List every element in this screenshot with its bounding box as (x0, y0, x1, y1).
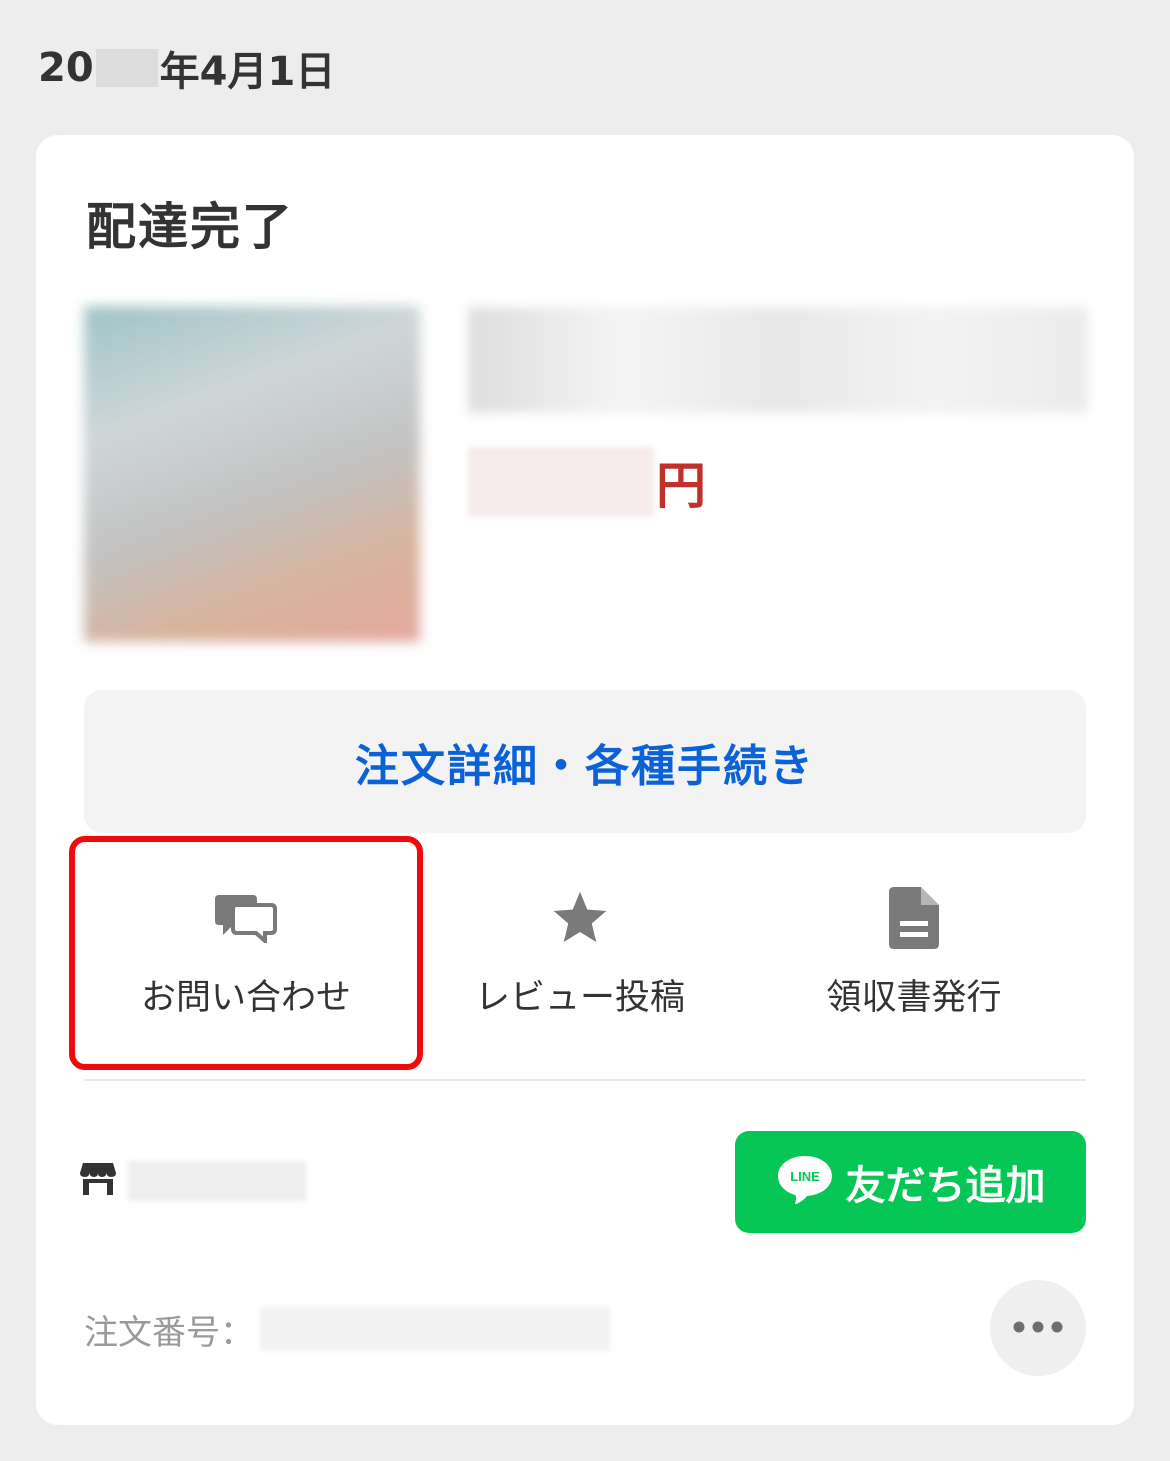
document-icon (889, 883, 939, 953)
date-redacted (95, 49, 158, 87)
product-image[interactable] (84, 306, 420, 642)
receipt-label: 領収書発行 (826, 978, 1002, 1018)
order-date: 20 年4月1日 (38, 40, 335, 96)
order-details-button[interactable]: 注文詳細・各種手続き (84, 690, 1086, 833)
date-suffix: 年4月1日 (159, 49, 336, 95)
star-icon (549, 883, 611, 953)
more-options-button[interactable] (990, 1280, 1086, 1376)
order-number-redacted (260, 1307, 610, 1351)
date-prefix: 20 (38, 45, 94, 91)
price-redacted (468, 447, 654, 517)
delivery-status: 配達完了 (86, 198, 294, 256)
divider (84, 1079, 1086, 1081)
contact-highlight-frame (69, 836, 423, 1070)
price-unit: 円 (656, 457, 706, 515)
review-button[interactable]: レビュー投稿 (413, 843, 747, 1075)
receipt-button[interactable]: 領収書発行 (747, 843, 1081, 1075)
product-name-redacted[interactable] (468, 307, 1088, 413)
shop-name-redacted (128, 1161, 306, 1201)
shop-link[interactable] (80, 1161, 306, 1201)
line-add-friend-button[interactable]: LINE 友だち追加 (735, 1131, 1086, 1233)
order-card: 配達完了 円 注文詳細・各種手続き お問い合わせ レビュー投稿 領収書発行 LI… (36, 135, 1134, 1425)
shop-icon (80, 1163, 116, 1199)
line-logo-icon: LINE (776, 1154, 834, 1210)
line-logo-text: LINE (790, 1169, 820, 1184)
order-number-label: 注文番号： (84, 1312, 254, 1353)
review-label: レビュー投稿 (474, 978, 685, 1018)
order-number: 注文番号： (84, 1307, 610, 1353)
line-button-label: 友だち追加 (845, 1163, 1046, 1209)
more-dots-icon (1013, 1321, 1063, 1336)
product-price: 円 (468, 447, 706, 517)
